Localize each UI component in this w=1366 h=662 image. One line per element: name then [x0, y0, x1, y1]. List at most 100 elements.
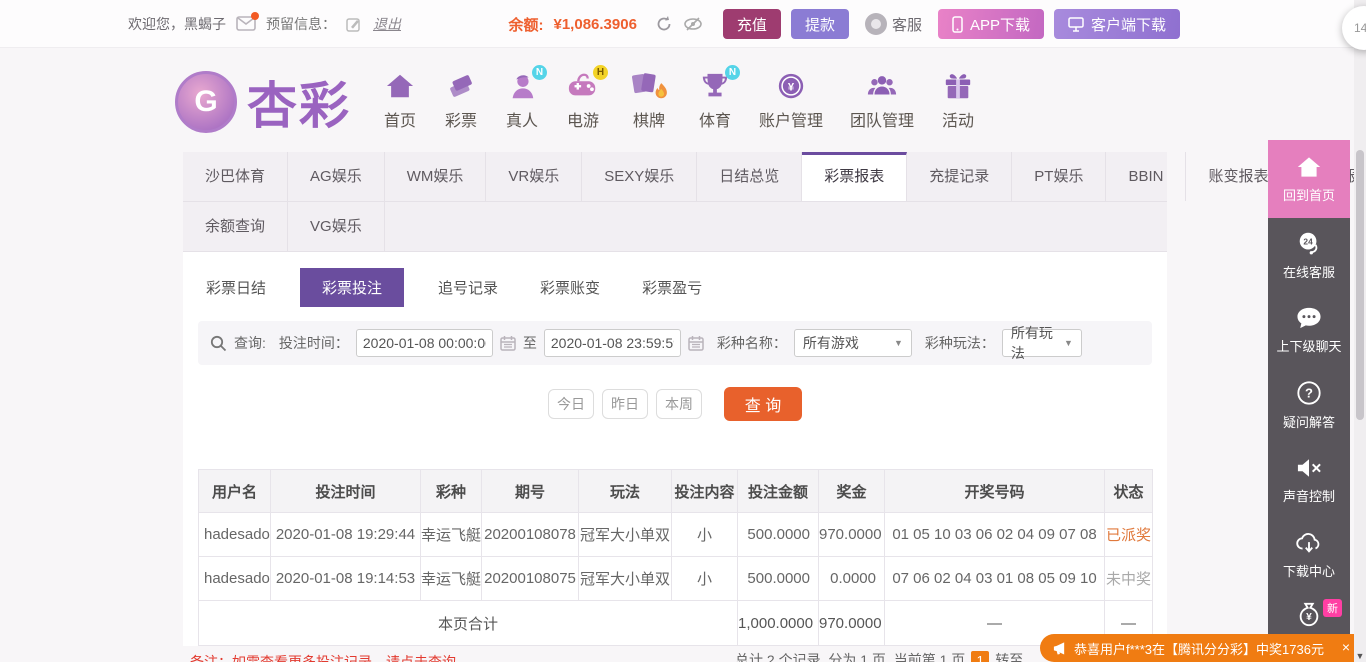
client-download-label: 客户端下载 — [1090, 16, 1166, 34]
sidebar-item-online-service[interactable]: 24 在线客服 — [1268, 218, 1350, 293]
nav-item-lottery[interactable]: 彩票 — [444, 70, 478, 131]
table-cell: 小 — [671, 512, 738, 557]
withdraw-button[interactable]: 提款 — [790, 9, 849, 39]
main-nav: 首页 彩票 N 真人 H 电游 棋牌 N 体育 ¥ 账户管理 团队管理 活动 — [383, 65, 975, 131]
report-tab[interactable]: WM娱乐 — [385, 152, 487, 201]
query-button[interactable]: 查 询 — [724, 387, 802, 421]
close-icon[interactable]: × — [1342, 639, 1350, 655]
sidebar-item-back-home[interactable]: 回到首页 — [1268, 140, 1350, 218]
topbar: 欢迎您，黑蝎子 预留信息： 退出 余额: ¥1,086.3906 充值 提款 客… — [0, 0, 1366, 48]
coin-icon: ¥ — [774, 70, 808, 102]
client-download-button[interactable]: 客户端下载 — [1053, 9, 1180, 39]
trophy-icon: N — [698, 65, 740, 102]
sidebar-item-sound[interactable]: 声音控制 — [1268, 443, 1350, 518]
chevron-down-icon: ▼ — [893, 338, 903, 348]
nav-item-account[interactable]: ¥ 账户管理 — [759, 70, 823, 131]
report-tab[interactable]: 充提记录 — [907, 152, 1013, 201]
hide-balance-icon[interactable] — [683, 16, 703, 32]
gamepad-icon: H — [566, 65, 608, 102]
nav-item-sports[interactable]: N 体育 — [698, 65, 740, 131]
report-tab[interactable]: PT娱乐 — [1012, 152, 1107, 201]
play-select[interactable]: 所有玩法 ▼ — [1001, 325, 1082, 361]
balance-value: ¥1,086.3906 — [553, 15, 637, 33]
lottery-subtab[interactable]: 追号记录 — [430, 268, 506, 307]
customer-service-button[interactable]: 客服 — [864, 13, 922, 35]
svg-text:24: 24 — [1303, 236, 1313, 246]
nav-label: 账户管理 — [759, 113, 824, 130]
report-tab[interactable]: 日结总览 — [697, 152, 803, 201]
calendar-icon[interactable] — [688, 335, 704, 351]
nav-item-cards[interactable]: 棋牌 — [627, 70, 671, 131]
report-tab[interactable]: VG娱乐 — [288, 202, 385, 251]
sidebar-item-faq[interactable]: ? 疑问解答 — [1268, 368, 1350, 443]
nav-label: 体育 — [698, 113, 731, 130]
sidebar-item-chat[interactable]: 上下级聊天 — [1268, 293, 1350, 368]
report-tab[interactable]: 沙巴体育 — [183, 152, 289, 201]
table-cell: 幸运飞艇 — [420, 512, 482, 557]
page-number-button[interactable]: 1 — [971, 651, 990, 662]
page-scrollbar[interactable]: ▼ — [1354, 0, 1366, 662]
game-select[interactable]: 所有游戏 ▼ — [793, 329, 912, 357]
site-brand[interactable]: G 杏彩 — [175, 66, 351, 138]
report-tab[interactable]: AG娱乐 — [288, 152, 385, 201]
table-cell: 20200108075 — [481, 556, 579, 601]
reserved-info-label: 预留信息： — [266, 16, 336, 32]
nav-label: 首页 — [383, 113, 416, 130]
lottery-subtab[interactable]: 彩票投注 — [300, 268, 405, 307]
goto-label: 转至 — [995, 652, 1024, 662]
quick-filter-button[interactable]: 今日 — [548, 389, 594, 419]
sidebar-item-download-center[interactable]: 下载中心 — [1268, 518, 1350, 593]
logout-link[interactable]: 退出 — [373, 14, 401, 34]
bet-time-to-input[interactable] — [543, 329, 681, 357]
chevron-down-icon: ▼ — [1063, 338, 1073, 348]
quick-filter-button[interactable]: 本周 — [656, 389, 702, 419]
nav-item-egames[interactable]: H 电游 — [566, 65, 608, 131]
refresh-icon[interactable] — [655, 15, 673, 33]
scrollbar-thumb[interactable] — [1356, 150, 1364, 420]
nav-item-promotions[interactable]: 活动 — [941, 70, 975, 131]
prize-total-value: 970.0000 — [818, 600, 885, 646]
calendar-icon[interactable] — [500, 335, 516, 351]
pagination-summary: 总计 2 个记录, 分为 1 页, 当前第 1 页 — [735, 652, 966, 662]
badge-n: N — [725, 65, 740, 80]
column-header: 投注金额 — [737, 469, 819, 513]
mute-speaker-icon — [1297, 459, 1321, 477]
sidebar-item-label: 下载中心 — [1282, 564, 1335, 579]
lottery-subtab[interactable]: 彩票账变 — [532, 268, 608, 307]
nav-label: 真人 — [505, 113, 538, 130]
bet-time-from-input[interactable] — [355, 329, 493, 357]
quick-filter-button[interactable]: 昨日 — [602, 389, 648, 419]
nav-label: 彩票 — [444, 113, 477, 130]
cards-icon — [627, 70, 671, 102]
table-cell: 冠军大小单双 — [578, 512, 672, 557]
quick-filter-row: 今日 昨日 本周 查 询 — [183, 387, 1167, 421]
report-tab[interactable]: BBIN — [1106, 152, 1187, 201]
svg-text:¥: ¥ — [788, 82, 795, 94]
report-tab[interactable]: 余额查询 — [183, 202, 289, 251]
mail-icon[interactable] — [236, 12, 259, 32]
nav-label: 活动 — [942, 113, 975, 130]
lottery-subtab[interactable]: 彩票盈亏 — [634, 268, 710, 307]
winner-notification-text: 恭喜用户f***3在【腾讯分分彩】中奖1736元 — [1074, 641, 1324, 657]
query-label: 查询: — [234, 335, 266, 351]
app-download-button[interactable]: APP下载 — [937, 9, 1044, 39]
sidebar-item-label: 上下级聊天 — [1276, 339, 1342, 354]
scrollbar-down-arrow[interactable]: ▼ — [1354, 651, 1366, 661]
lottery-subtabs: 彩票日结 彩票投注 追号记录 彩票账变 彩票盈亏 — [183, 252, 1167, 319]
column-header: 状态 — [1104, 469, 1153, 513]
deposit-button[interactable]: 充值 — [722, 9, 781, 39]
nav-item-home[interactable]: 首页 — [383, 70, 417, 131]
nav-item-live[interactable]: N 真人 — [505, 65, 547, 131]
column-header: 奖金 — [818, 469, 885, 513]
table-cell: 已派奖 — [1104, 512, 1153, 557]
edit-icon[interactable] — [346, 17, 361, 32]
report-tab[interactable]: 彩票报表 — [802, 152, 908, 201]
home-icon — [383, 70, 417, 102]
report-tab[interactable]: SEXY娱乐 — [582, 152, 698, 201]
sidebar-item-label: 疑问解答 — [1282, 415, 1335, 430]
nav-item-team[interactable]: 团队管理 — [850, 70, 914, 131]
table-footer-row: 本页合计 1,000.0000 970.0000 — — — [198, 600, 1153, 646]
lottery-subtab[interactable]: 彩票日结 — [198, 268, 274, 307]
site-logo-text: 杏彩 — [247, 78, 351, 134]
report-tab[interactable]: VR娱乐 — [486, 152, 583, 201]
